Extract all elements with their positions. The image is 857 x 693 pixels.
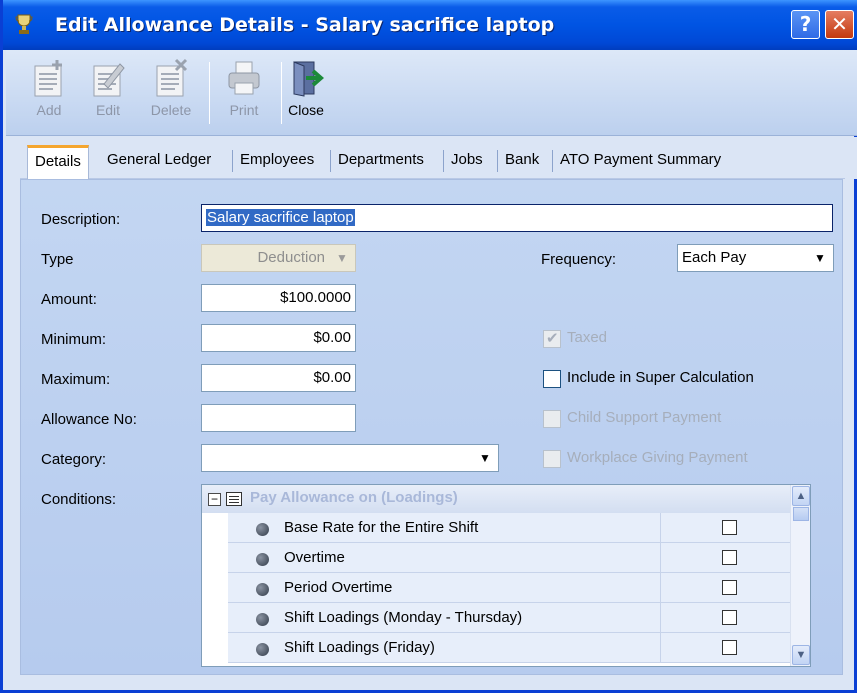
condition-name: Shift Loadings (Friday) <box>284 639 435 656</box>
tab-bank[interactable]: Bank <box>498 145 546 178</box>
exit-door-icon <box>293 61 324 97</box>
bullet-icon <box>256 613 269 626</box>
scroll-up-icon[interactable]: ▲ <box>792 486 810 506</box>
chevron-down-icon[interactable]: ▼ <box>809 247 831 269</box>
amount-label: Amount: <box>41 291 97 308</box>
maximum-input[interactable]: $0.00 <box>201 364 356 392</box>
include-super-label: Include in Super Calculation <box>567 369 754 386</box>
chevron-down-icon: ▼ <box>336 251 348 265</box>
condition-checkbox[interactable] <box>722 580 737 595</box>
scroll-down-icon[interactable]: ▼ <box>792 645 810 665</box>
print-label: Print <box>229 102 259 118</box>
conditions-group-title: Pay Allowance on (Loadings) <box>250 489 458 506</box>
delete-button[interactable]: Delete <box>141 58 201 118</box>
trophy-icon <box>15 14 33 34</box>
delete-label: Delete <box>150 102 192 118</box>
collapse-icon[interactable]: − <box>208 493 221 506</box>
column-divider <box>660 603 661 633</box>
condition-checkbox[interactable] <box>722 550 737 565</box>
category-label: Category: <box>41 451 107 468</box>
condition-name: Overtime <box>284 549 345 566</box>
condition-row[interactable]: Overtime <box>228 543 792 573</box>
type-value: Deduction <box>257 249 325 266</box>
allowance-no-label: Allowance No: <box>41 411 137 428</box>
workplace-giving-label: Workplace Giving Payment <box>567 449 748 466</box>
printer-icon <box>228 61 260 95</box>
column-divider <box>660 573 661 603</box>
details-panel: Description: Salary sacrifice laptop Typ… <box>20 179 843 675</box>
description-input[interactable]: Salary sacrifice laptop <box>201 204 833 232</box>
help-button[interactable]: ? <box>791 10 820 39</box>
condition-name: Period Overtime <box>284 579 393 596</box>
edit-document-icon <box>93 63 125 97</box>
amount-input[interactable]: $100.0000 <box>201 284 356 312</box>
add-label: Add <box>36 102 62 118</box>
description-value: Salary sacrifice laptop <box>206 209 355 226</box>
condition-row[interactable]: Shift Loadings (Monday - Thursday) <box>228 603 792 633</box>
taxed-checkbox[interactable]: ✔ <box>543 330 561 348</box>
tab-jobs[interactable]: Jobs <box>444 145 490 178</box>
conditions-group-header[interactable]: − Pay Allowance on (Loadings) <box>202 485 792 513</box>
allowance-no-input[interactable] <box>201 404 356 432</box>
window-title: Edit Allowance Details - Salary sacrific… <box>55 14 555 36</box>
close-window-button[interactable]: ✕ <box>825 10 854 39</box>
column-divider <box>660 513 661 543</box>
frequency-label: Frequency: <box>541 251 617 268</box>
condition-checkbox[interactable] <box>722 640 737 655</box>
taxed-label: Taxed <box>567 329 608 346</box>
conditions-grid[interactable]: − Pay Allowance on (Loadings) Base Rate … <box>201 484 811 667</box>
title-bar[interactable]: Edit Allowance Details - Salary sacrific… <box>3 0 857 50</box>
condition-row[interactable]: Base Rate for the Entire Shift <box>228 513 792 543</box>
condition-name: Base Rate for the Entire Shift <box>284 519 479 536</box>
edit-button[interactable]: Edit <box>78 58 138 118</box>
child-support-checkbox[interactable] <box>543 410 561 428</box>
minimum-input[interactable]: $0.00 <box>201 324 356 352</box>
bullet-icon <box>256 643 269 656</box>
conditions-label: Conditions: <box>41 491 117 508</box>
add-button[interactable]: Add <box>19 58 79 118</box>
column-divider <box>660 543 661 573</box>
tab-ato-payment-summary[interactable]: ATO Payment Summary <box>553 145 728 178</box>
scroll-thumb[interactable] <box>793 507 809 521</box>
bullet-icon <box>256 583 269 596</box>
bullet-icon <box>256 553 269 566</box>
minimum-label: Minimum: <box>41 331 107 348</box>
close-button[interactable]: Close <box>276 58 336 118</box>
condition-checkbox[interactable] <box>722 520 737 535</box>
type-label: Type <box>41 251 74 268</box>
delete-document-icon <box>156 58 188 97</box>
frequency-value: Each Pay <box>682 249 747 266</box>
tab-employees[interactable]: Employees <box>233 145 321 178</box>
frequency-select[interactable]: Each Pay ▼ <box>677 244 834 272</box>
edit-allowance-window: Edit Allowance Details - Salary sacrific… <box>0 0 857 693</box>
print-button[interactable]: Print <box>214 58 274 118</box>
conditions-scrollbar[interactable]: ▲ ▼ <box>790 485 810 666</box>
tab-departments[interactable]: Departments <box>331 145 431 178</box>
condition-row[interactable]: Shift Loadings (Friday) <box>228 633 792 663</box>
tab-strip: Details General Ledger Employees Departm… <box>6 137 857 180</box>
toolbar-separator <box>209 62 210 124</box>
bullet-icon <box>256 523 269 536</box>
condition-row[interactable]: Period Overtime <box>228 573 792 603</box>
category-select[interactable]: ▼ <box>201 444 499 472</box>
add-document-icon <box>34 60 62 97</box>
condition-checkbox[interactable] <box>722 610 737 625</box>
tab-general-ledger[interactable]: General Ledger <box>100 145 218 178</box>
list-icon <box>226 492 242 506</box>
maximum-label: Maximum: <box>41 371 111 388</box>
tab-details[interactable]: Details <box>27 145 89 180</box>
type-select[interactable]: Deduction ▼ <box>201 244 356 272</box>
description-label: Description: <box>41 211 121 228</box>
check-mark-icon: ✔ <box>546 330 559 347</box>
toolbar: Add Edit Delete Print Close <box>6 50 857 136</box>
chevron-down-icon[interactable]: ▼ <box>474 447 496 469</box>
column-divider <box>660 633 661 663</box>
close-label: Close <box>288 102 324 118</box>
include-super-checkbox[interactable] <box>543 370 561 388</box>
condition-name: Shift Loadings (Monday - Thursday) <box>284 609 523 626</box>
edit-label: Edit <box>95 102 121 118</box>
child-support-label: Child Support Payment <box>567 409 722 426</box>
workplace-giving-checkbox[interactable] <box>543 450 561 468</box>
